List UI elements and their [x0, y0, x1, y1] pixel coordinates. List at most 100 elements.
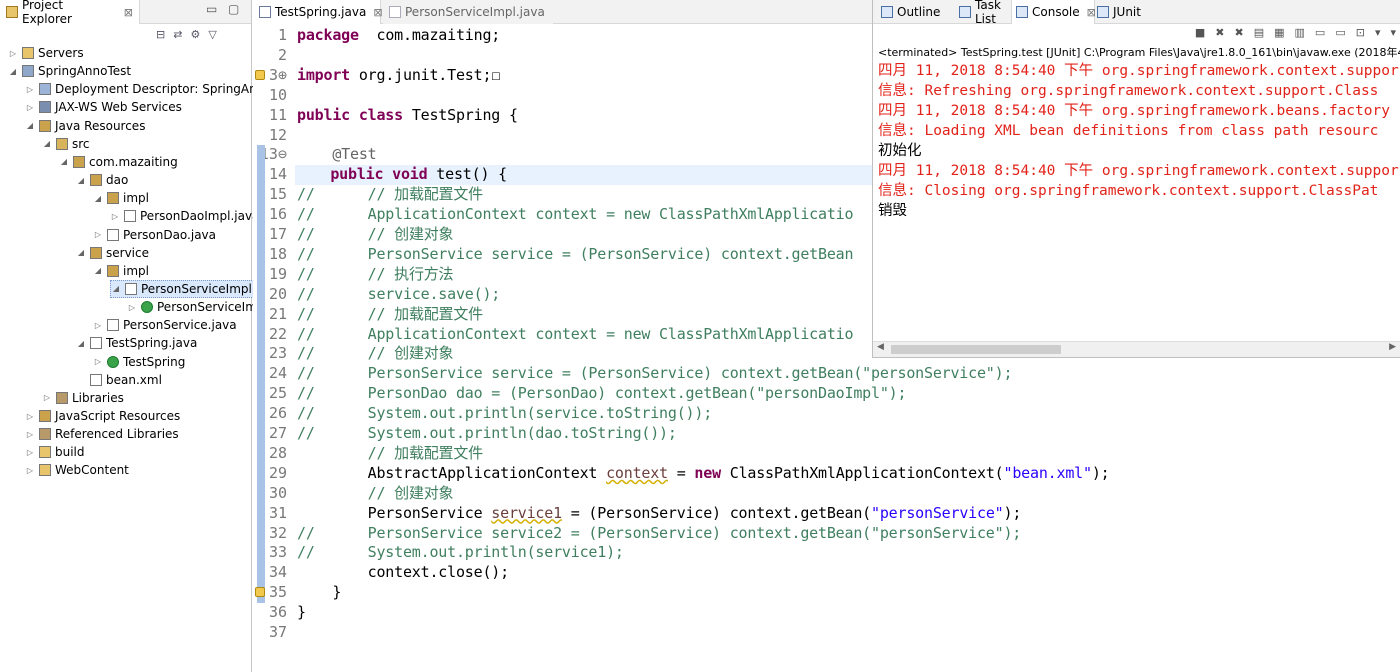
maximize-icon[interactable]: ▢ [228, 2, 239, 16]
expand-toggle-icon[interactable]: ▷ [8, 49, 18, 58]
remove-launch-icon[interactable]: ✖ [1215, 26, 1224, 42]
project-explorer-tabbar: Project Explorer ⊠ ▭ ▢ [0, 0, 251, 26]
display-console-icon[interactable]: ▾ [1375, 26, 1381, 42]
descriptor-icon [39, 83, 51, 96]
tree-item[interactable]: ▷ Libraries [42, 389, 124, 407]
expand-toggle-icon[interactable]: ▷ [25, 412, 35, 421]
tab-console[interactable]: Console ⊠ [1011, 0, 1096, 24]
tree-item[interactable]: ▷ Servers [8, 44, 84, 62]
tab-testspring-java[interactable]: TestSpring.java ⊠ [253, 0, 383, 24]
open-console-icon[interactable]: ▾ [1390, 26, 1396, 42]
tree-item[interactable]: ▷ PersonServiceIm [127, 298, 257, 316]
view-menu-icon[interactable]: ▽ [208, 28, 216, 41]
tree-item[interactable]: ◢ com.mazaiting [59, 153, 178, 171]
link-with-editor-icon[interactable]: ⇄ [173, 28, 182, 41]
expand-toggle-icon[interactable]: ▷ [25, 103, 35, 112]
tree-item[interactable]: ◢ TestSpring.java [76, 334, 197, 352]
tab-outline[interactable]: Outline [877, 0, 951, 24]
tree-item-label: TestSpring.java [106, 336, 198, 351]
expand-toggle-icon[interactable]: ◢ [93, 266, 103, 275]
scroll-lock-icon[interactable]: ▦ [1274, 26, 1284, 42]
expand-toggle-icon[interactable]: ▷ [25, 85, 35, 94]
code-token: // ApplicationContext context = new Clas… [297, 205, 854, 224]
expand-toggle-icon[interactable]: ◢ [93, 194, 103, 203]
scrollbar-thumb[interactable] [891, 345, 1061, 354]
expand-toggle-icon[interactable]: ◢ [59, 157, 69, 166]
collapse-all-icon[interactable]: ⊟ [156, 28, 165, 41]
close-icon[interactable]: ⊠ [124, 6, 133, 19]
folder-icon [39, 464, 51, 477]
tree-item[interactable]: ▷ JavaScript Resources [25, 407, 180, 425]
tree-item[interactable]: ▷ PersonDaoImpl.java [110, 207, 259, 225]
pin-console-icon[interactable]: ⊡ [1356, 26, 1365, 42]
expand-toggle-icon[interactable]: ▷ [127, 303, 137, 312]
expand-toggle-icon[interactable]: ▷ [25, 466, 35, 475]
expand-toggle-icon[interactable]: ◢ [111, 284, 121, 293]
project-icon [22, 65, 34, 78]
tree-item[interactable]: ▷ TestSpring [93, 353, 185, 371]
expand-toggle-icon[interactable]: ▷ [110, 212, 120, 221]
tree-item-label: SpringAnnoTest [38, 64, 132, 79]
code-token: package [297, 26, 359, 44]
show-on-output-icon[interactable]: ▭ [1315, 26, 1325, 42]
expand-toggle-icon[interactable]: ◢ [42, 139, 52, 148]
tree-item[interactable]: ◢ dao [76, 171, 128, 189]
code-token: service1 [491, 503, 562, 522]
scroll-right-icon[interactable]: ▶ [1389, 342, 1396, 352]
tree-item[interactable]: ◢ src [42, 135, 90, 153]
filter-icon[interactable]: ⚙ [190, 28, 200, 41]
tree-item[interactable]: ◢ PersonServiceImpl.j [110, 279, 261, 298]
close-icon[interactable]: ⊠ [373, 6, 382, 19]
tree-item[interactable]: ▷ Deployment Descriptor: SpringAnno [25, 80, 272, 98]
expand-toggle-icon[interactable]: ◢ [8, 67, 18, 76]
expand-toggle-icon[interactable]: ▷ [93, 321, 103, 330]
word-wrap-icon[interactable]: ▥ [1295, 26, 1305, 42]
tree-item[interactable]: ▷ Referenced Libraries [25, 425, 179, 443]
expand-toggle-icon[interactable]: ◢ [76, 248, 86, 257]
tree-item[interactable]: ▷ PersonService.java [93, 316, 237, 334]
tree-item[interactable]: ◢ SpringAnnoTest [8, 62, 131, 80]
console-line: 信息: Refreshing org.springframework.conte… [878, 83, 1379, 99]
expand-toggle-icon[interactable]: ◢ [76, 176, 86, 185]
expand-toggle-icon[interactable]: ▷ [93, 357, 103, 366]
expand-toggle-icon[interactable]: ◢ [25, 121, 35, 130]
tree-item-label: build [55, 445, 85, 460]
clear-console-icon[interactable]: ▤ [1254, 26, 1264, 42]
line-number-gutter: 1 2 3⊕ 10 11 12 13⊖ 14 15 16 17 18 19 20 21 22 23 24 25 26 2… [253, 24, 295, 672]
expand-toggle-icon[interactable]: ◢ [76, 339, 86, 348]
expand-toggle-icon[interactable]: ▷ [25, 448, 35, 457]
code-token: // ApplicationContext context = new Clas… [297, 324, 854, 343]
tab-task-list[interactable]: Task List [955, 0, 1009, 26]
tree-item-label: PersonServiceIm [157, 300, 257, 315]
tree-item[interactable]: ▷ PersonDao.java [93, 226, 216, 244]
tree-item-label: PersonServiceImpl.j [141, 281, 260, 296]
tree-item[interactable]: ▷ build [25, 443, 85, 461]
warning-icon[interactable] [255, 69, 265, 80]
tree-item[interactable]: ◢ Java Resources [25, 117, 146, 135]
tree-item[interactable]: ▷ WebContent [25, 461, 129, 479]
tab-project-explorer[interactable]: Project Explorer ⊠ [0, 0, 140, 26]
console-line: 信息: Loading XML bean definitions from cl… [878, 123, 1379, 139]
code-line: } [297, 603, 306, 623]
tree-item[interactable]: ▷ JAX-WS Web Services [25, 98, 182, 116]
expand-toggle-icon[interactable]: ▷ [93, 230, 103, 239]
tree-item[interactable]: ◢ impl [93, 262, 149, 280]
horizontal-scrollbar[interactable]: ◀ ▶ [873, 341, 1400, 357]
minimize-icon[interactable]: ▭ [206, 2, 217, 16]
remove-all-icon[interactable]: ✖ [1234, 26, 1243, 42]
tab-personserviceimpl-java[interactable]: PersonServiceImpl.java [383, 0, 553, 24]
expand-toggle-icon[interactable]: ▷ [42, 393, 52, 402]
expand-toggle-icon[interactable]: ▷ [25, 430, 35, 439]
code-token: "bean.xml" [1003, 463, 1093, 482]
tree-item[interactable]: ◢ impl [93, 189, 149, 207]
js-resources-icon [39, 410, 51, 422]
tree-item-label: impl [123, 263, 149, 278]
show-on-error-icon[interactable]: ▭ [1335, 26, 1345, 42]
warning-icon[interactable] [255, 587, 265, 598]
tab-junit[interactable]: JUnit [1093, 0, 1143, 24]
scroll-left-icon[interactable]: ◀ [877, 342, 884, 352]
tree-item[interactable]: ◢ service [76, 244, 149, 262]
tree-item[interactable]: bean.xml [76, 371, 162, 389]
line-number: 36 [268, 603, 287, 622]
terminate-icon[interactable]: ■ [1195, 26, 1205, 42]
